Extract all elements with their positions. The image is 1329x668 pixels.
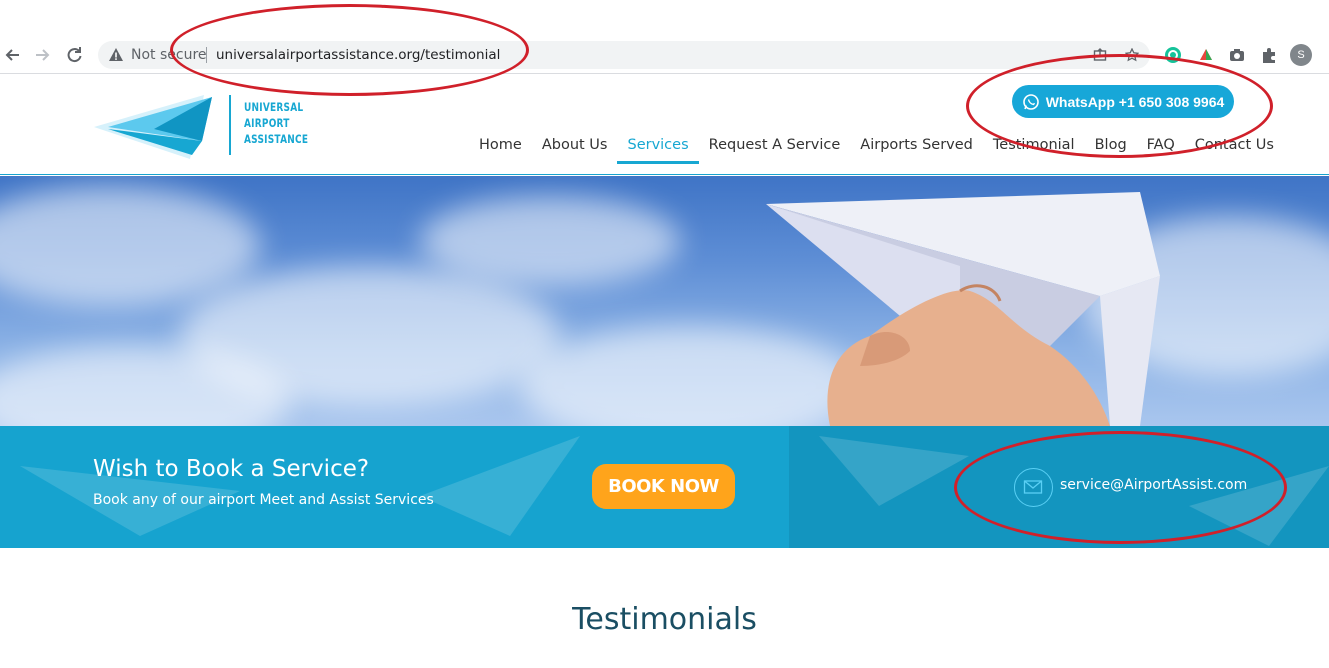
nav-services[interactable]: Services (617, 133, 699, 164)
email-band: service@AirportAssist.com (789, 426, 1329, 548)
address-bar[interactable]: Not secure universalairportassistance.or… (98, 41, 1150, 69)
email-link[interactable]: service@AirportAssist.com (1060, 477, 1247, 493)
site-header: UNIVERSAL AIRPORT ASSISTANCE WhatsApp +1… (0, 75, 1329, 175)
whatsapp-label: WhatsApp +1 650 308 9964 (1045, 93, 1225, 110)
logo-text[interactable]: UNIVERSAL AIRPORT ASSISTANCE (244, 99, 308, 147)
nav-contact-us[interactable]: Contact Us (1185, 133, 1284, 163)
hero-banner-image (0, 176, 1329, 426)
profile-avatar[interactable]: S (1290, 44, 1312, 66)
page: Not secure universalairportassistance.or… (0, 0, 1329, 668)
puzzle-icon[interactable] (1260, 46, 1278, 64)
logo-divider (229, 95, 231, 155)
paper-plane-hand-image (766, 192, 1160, 426)
camera-icon[interactable] (1228, 46, 1246, 64)
mail-icon[interactable] (1014, 468, 1053, 507)
nav-about-us[interactable]: About Us (532, 133, 618, 163)
nav-home[interactable]: Home (469, 133, 532, 163)
reload-icon[interactable] (63, 44, 85, 66)
not-secure-label[interactable]: Not secure (131, 47, 207, 63)
back-icon[interactable] (2, 44, 24, 66)
browser-top-strip (0, 0, 1329, 36)
nav-airports-served[interactable]: Airports Served (850, 133, 983, 163)
main-nav: Home About Us Services Request A Service… (469, 133, 1284, 164)
nav-blog[interactable]: Blog (1085, 133, 1137, 163)
logo-line-1: UNIVERSAL (244, 100, 304, 114)
nav-faq[interactable]: FAQ (1137, 133, 1185, 163)
star-icon[interactable] (1125, 48, 1139, 62)
share-icon[interactable] (1093, 48, 1107, 62)
section-title: Testimonials (572, 602, 757, 637)
forward-icon[interactable] (31, 44, 53, 66)
booking-band: Wish to Book a Service? Book any of our … (0, 426, 789, 548)
logo-line-3: ASSISTANCE (244, 132, 309, 146)
book-now-button[interactable]: BOOK NOW (592, 464, 735, 509)
url-text[interactable]: universalairportassistance.org/testimoni… (216, 47, 500, 63)
band-title: Wish to Book a Service? (93, 456, 370, 482)
whatsapp-icon (1022, 93, 1039, 110)
warning-icon[interactable] (108, 47, 124, 63)
logo-line-2: AIRPORT (244, 116, 290, 130)
nav-request-a-service[interactable]: Request A Service (699, 133, 851, 163)
grammarly-icon[interactable] (1164, 46, 1182, 64)
whatsapp-button[interactable]: WhatsApp +1 650 308 9964 (1012, 85, 1234, 118)
url-divider (206, 47, 207, 63)
nav-testimonial[interactable]: Testimonial (983, 133, 1085, 163)
extension-colored-icon[interactable] (1197, 46, 1215, 64)
band-subtitle: Book any of our airport Meet and Assist … (93, 492, 434, 508)
browser-toolbar: Not secure universalairportassistance.or… (0, 36, 1329, 74)
